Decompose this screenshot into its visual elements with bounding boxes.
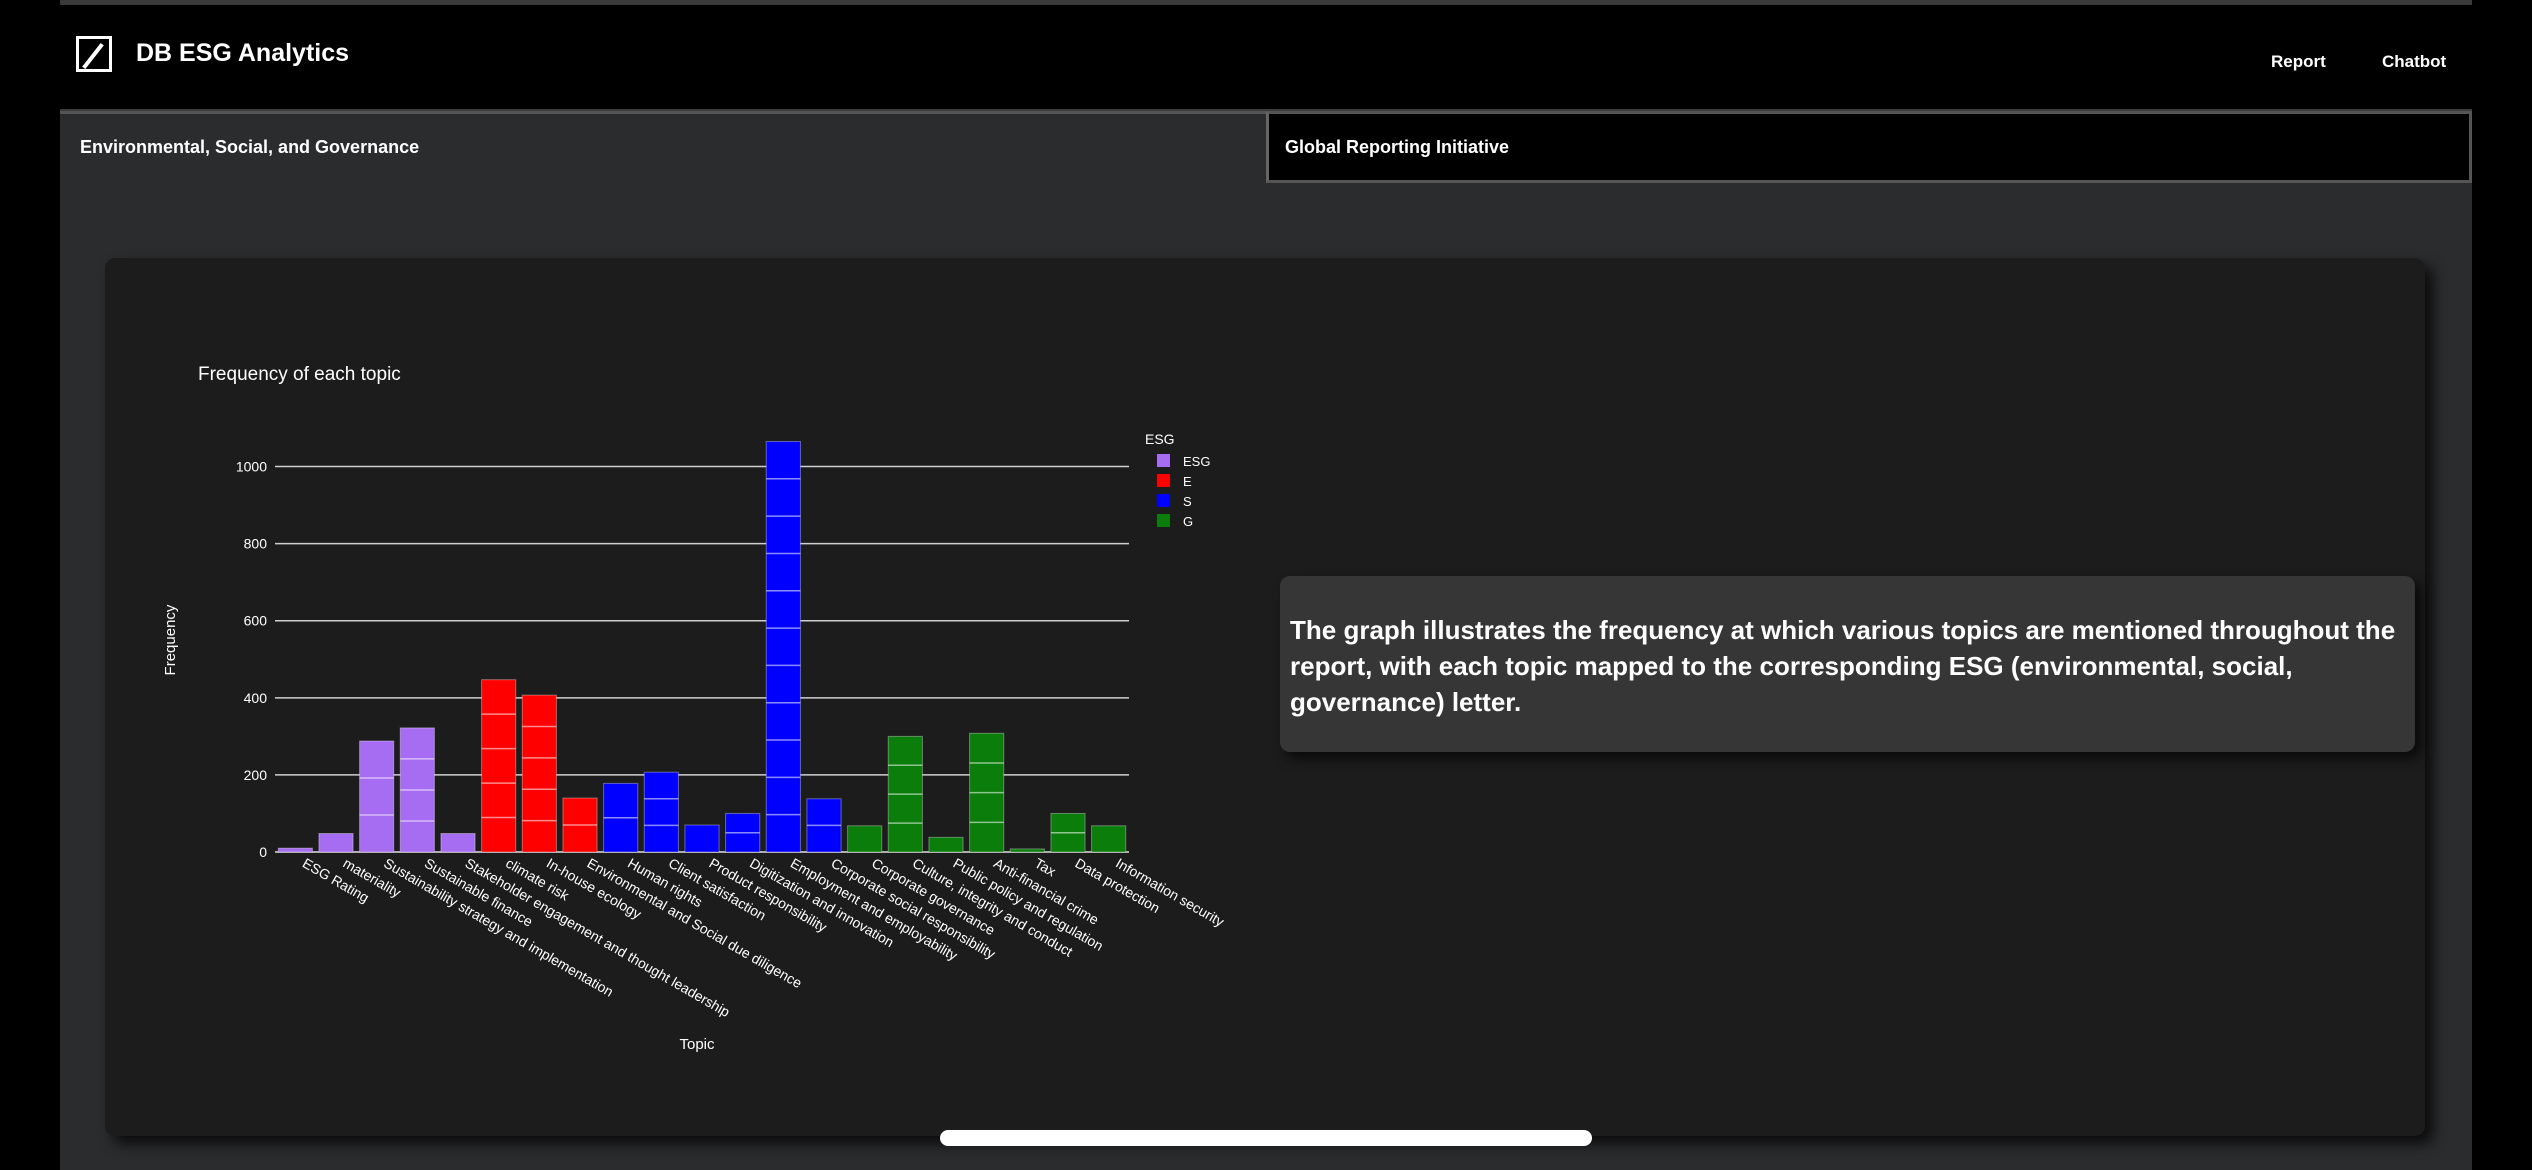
x-axis-label: Topic [679, 1036, 715, 1053]
bar-20 [1091, 825, 1127, 853]
legend-label: G [1183, 514, 1193, 529]
tab-gri[interactable]: Global Reporting Initiative [1266, 111, 2472, 183]
bar-chart: 02004006008001000FrequencyESG Ratingmate… [162, 431, 1227, 1053]
legend-swatch-ESG [1157, 454, 1170, 467]
nav-link-report[interactable]: Report [2271, 52, 2326, 72]
tab-esg[interactable]: Environmental, Social, and Governance [60, 111, 1266, 183]
bar-18 [1009, 848, 1045, 853]
legend-label: E [1183, 474, 1192, 489]
chart-title: Frequency of each topic [198, 364, 401, 385]
bar-14 [847, 825, 883, 853]
chart-card: 0 200 400 600 800 1000 Frequency ESG Rating mate… [105, 258, 2425, 1136]
y-tick-label: 200 [244, 767, 268, 783]
bar-6 [521, 694, 557, 853]
y-tick-label: 0 [259, 844, 267, 860]
legend-title: ESG [1145, 431, 1175, 447]
legend-label: S [1183, 494, 1192, 509]
y-tick-label: 400 [244, 690, 268, 706]
bar-10 [684, 824, 720, 853]
legend-label: ESG [1183, 454, 1210, 469]
bar-0 [277, 847, 313, 853]
bar-12 [765, 440, 801, 853]
bar-9 [643, 771, 679, 853]
navbar: DB ESG Analytics Report Chatbot [60, 5, 2472, 112]
bar-4 [440, 832, 476, 853]
y-axis-label: Frequency [162, 604, 179, 675]
chart-description: The graph illustrates the frequency at w… [1280, 576, 2415, 752]
bar-2 [359, 740, 395, 853]
y-tick-label: 1000 [236, 459, 267, 475]
legend-swatch-E [1157, 474, 1170, 487]
home-indicator [940, 1130, 1592, 1146]
brand-title[interactable]: DB ESG Analytics [136, 39, 349, 68]
bar-16 [928, 836, 964, 853]
db-logo-icon[interactable] [76, 36, 112, 72]
app-window: DB ESG Analytics Report Chatbot Environm… [60, 0, 2472, 1170]
legend-swatch-G [1157, 514, 1170, 527]
nav-link-chatbot[interactable]: Chatbot [2382, 52, 2446, 72]
y-tick-label: 800 [244, 536, 268, 552]
legend-swatch-S [1157, 494, 1170, 507]
y-tick-label: 600 [244, 613, 268, 629]
bar-1 [318, 832, 354, 853]
bar-5 [481, 679, 517, 853]
